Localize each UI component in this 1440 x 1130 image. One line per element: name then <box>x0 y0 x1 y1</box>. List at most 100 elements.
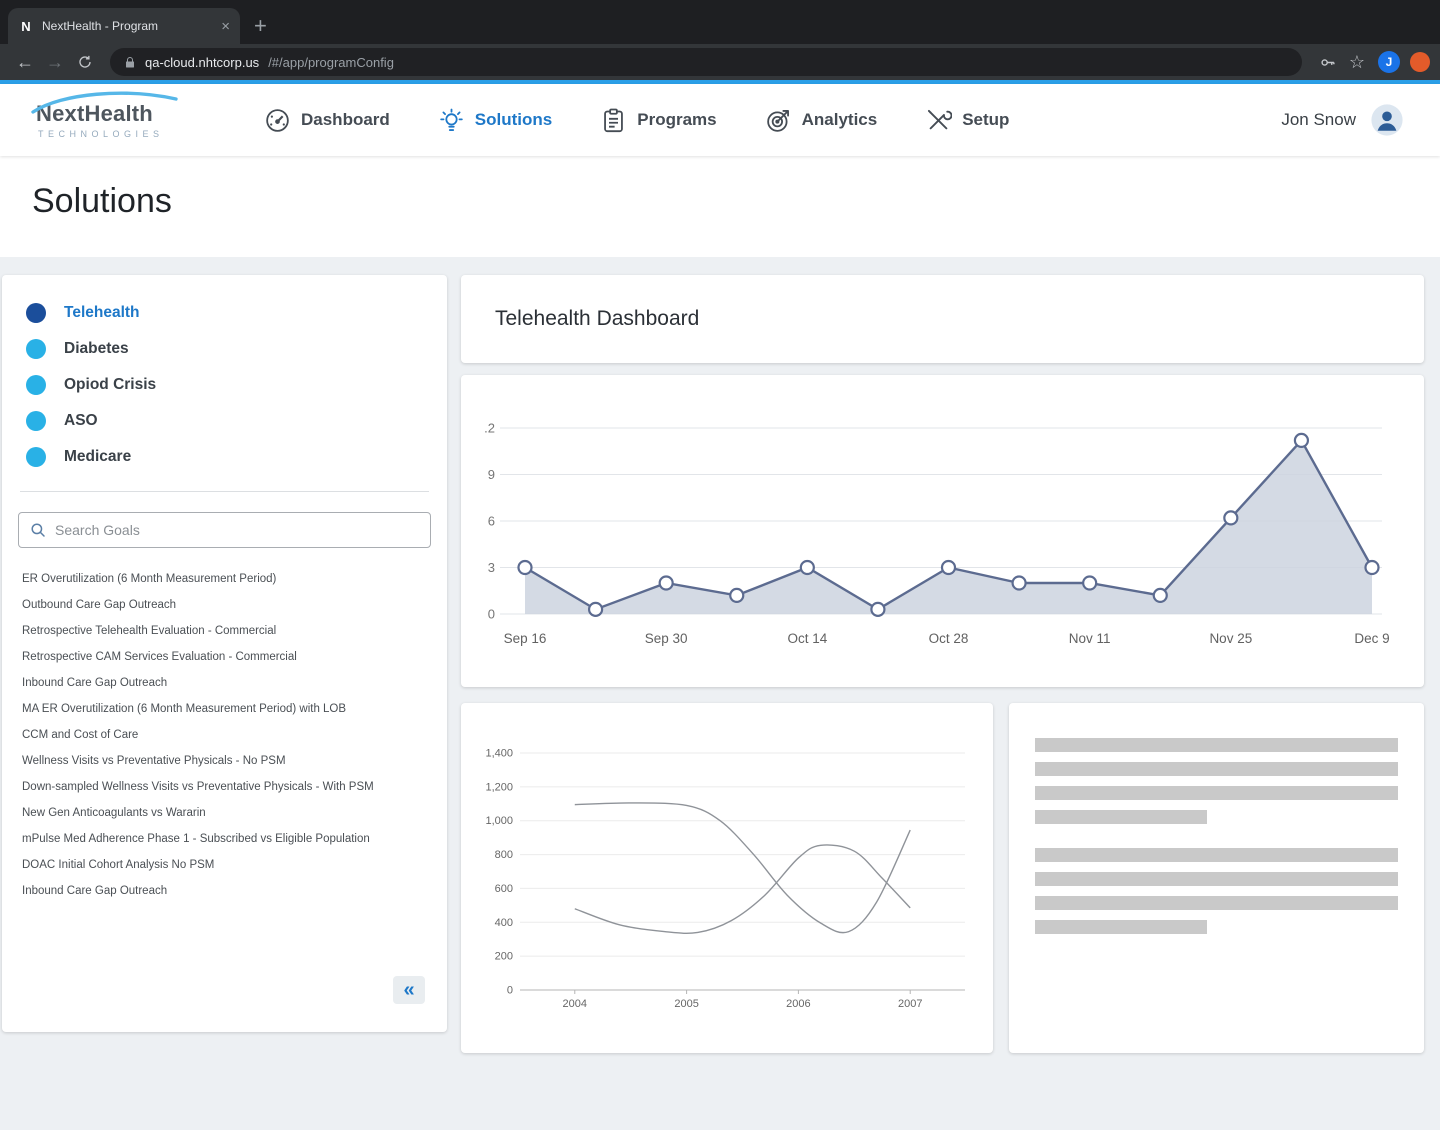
goal-item[interactable]: MA ER Overutilization (6 Month Measureme… <box>22 696 427 722</box>
solution-label: ASO <box>64 412 98 429</box>
skeleton-line <box>1035 872 1398 886</box>
nav-item-programs[interactable]: Programs <box>600 107 717 134</box>
nav-label-solutions: Solutions <box>474 110 553 129</box>
user-avatar-icon[interactable] <box>1370 103 1404 137</box>
svg-text:Nov 25: Nov 25 <box>1209 631 1252 646</box>
svg-text:1,400: 1,400 <box>485 748 513 760</box>
forward-icon[interactable]: → <box>40 48 70 76</box>
nav-item-analytics[interactable]: Analytics <box>765 107 878 134</box>
tab-close-icon[interactable]: × <box>221 19 230 34</box>
profile-badge-orange[interactable] <box>1410 52 1430 72</box>
svg-text:0: 0 <box>507 985 513 997</box>
solution-dot <box>26 339 46 359</box>
goal-item[interactable]: Outbound Care Gap Outreach <box>22 592 427 618</box>
skeleton-group <box>1035 738 1398 824</box>
goal-item[interactable]: CCM and Cost of Care <box>22 722 427 748</box>
main-nav: Dashboard Solutions Programs Analytics S… <box>264 107 1009 134</box>
nav-label-setup: Setup <box>962 110 1010 129</box>
goal-item[interactable]: Retrospective Telehealth Evaluation - Co… <box>22 618 427 644</box>
skeleton-line <box>1035 810 1208 824</box>
search-icon <box>29 521 47 539</box>
url-bar[interactable]: qa-cloud.nhtcorp.us /#/app/programConfig <box>110 48 1302 76</box>
svg-text:Sep 30: Sep 30 <box>645 631 688 646</box>
collapse-sidebar-button[interactable]: « <box>393 976 425 1004</box>
skeleton-line <box>1035 786 1398 800</box>
svg-text:9: 9 <box>488 467 495 482</box>
solution-label: Diabetes <box>64 340 129 357</box>
nav-item-dashboard[interactable]: Dashboard <box>264 107 390 134</box>
search-goals-input[interactable] <box>55 522 420 538</box>
nexthealth-logo[interactable]: NextHealth TECHNOLOGIES <box>31 91 214 139</box>
goal-item[interactable]: ER Overutilization (6 Month Measurement … <box>22 566 427 592</box>
svg-text:600: 600 <box>495 883 513 895</box>
svg-text:Oct 14: Oct 14 <box>787 631 827 646</box>
reload-icon[interactable] <box>70 48 100 76</box>
skeleton-group <box>1035 848 1398 934</box>
svg-text:2006: 2006 <box>786 998 810 1010</box>
search-goals-box <box>18 512 431 548</box>
goal-item[interactable]: DOAC Initial Cohort Analysis No PSM <box>22 852 427 878</box>
nav-label-analytics: Analytics <box>801 110 878 129</box>
page-title-section: Solutions <box>0 156 1440 257</box>
goal-item[interactable]: Inbound Care Gap Outreach <box>22 670 427 696</box>
page-title: Solutions <box>32 182 172 220</box>
solution-label: Medicare <box>64 448 132 465</box>
goal-item[interactable]: Down-sampled Wellness Visits vs Preventa… <box>22 774 427 800</box>
key-icon[interactable] <box>1312 48 1342 76</box>
app-header: NextHealth TECHNOLOGIES Dashboard Soluti… <box>0 84 1440 156</box>
svg-text:Oct 28: Oct 28 <box>929 631 969 646</box>
line-chart-card: 0 200 400 600 800 1,000 1,200 1,400 2004 2005 2006… <box>461 703 993 1053</box>
new-tab-button[interactable]: + <box>254 15 267 37</box>
solution-dot <box>26 411 46 431</box>
tools-icon <box>925 107 953 134</box>
goal-item[interactable]: New Gen Anticoagulants vs Wararin <box>22 800 427 826</box>
nav-item-solutions[interactable]: Solutions <box>438 107 552 134</box>
sidebar-divider <box>20 491 429 492</box>
dashboard-title-card: Telehealth Dashboard <box>461 275 1424 363</box>
sidebar-item-aso[interactable]: ASO <box>2 403 447 439</box>
back-icon[interactable]: ← <box>10 48 40 76</box>
nav-item-setup[interactable]: Setup <box>925 107 1009 134</box>
browser-tab[interactable]: N NextHealth - Program × <box>8 8 240 44</box>
url-path: /#/app/programConfig <box>268 54 394 70</box>
svg-text:0: 0 <box>488 607 495 622</box>
svg-text:2007: 2007 <box>898 998 922 1010</box>
sidebar-item-diabetes[interactable]: Diabetes <box>2 331 447 367</box>
sidebar-item-medicare[interactable]: Medicare <box>2 439 447 475</box>
solution-dot <box>26 375 46 395</box>
sidebar-item-telehealth[interactable]: Telehealth <box>2 295 447 331</box>
skeleton-card <box>1009 703 1424 1053</box>
nav-label-programs: Programs <box>637 110 717 129</box>
goal-item[interactable]: Inbound Care Gap Outreach <box>22 878 427 904</box>
nav-label-dashboard: Dashboard <box>301 110 390 129</box>
goal-item[interactable]: mPulse Med Adherence Phase 1 - Subscribe… <box>22 826 427 852</box>
skeleton-line <box>1035 848 1398 862</box>
solution-dot <box>26 303 46 323</box>
user-name: Jon Snow <box>1281 110 1356 129</box>
logo-subtitle: TECHNOLOGIES <box>38 129 164 139</box>
svg-text:1,200: 1,200 <box>485 781 513 793</box>
svg-text:Dec 9: Dec 9 <box>1354 631 1389 646</box>
goal-item[interactable]: Retrospective CAM Services Evaluation - … <box>22 644 427 670</box>
browser-profile-avatar[interactable]: J <box>1378 51 1400 73</box>
url-domain: qa-cloud.nhtcorp.us <box>145 54 260 70</box>
solution-dot <box>26 447 46 467</box>
svg-text:2005: 2005 <box>674 998 698 1010</box>
solutions-sidebar: Telehealth Diabetes Opiod Crisis ASO Med… <box>2 275 447 1032</box>
svg-text:6: 6 <box>488 514 495 529</box>
user-menu[interactable]: Jon Snow <box>1281 103 1404 137</box>
sidebar-item-opiod-crisis[interactable]: Opiod Crisis <box>2 367 447 403</box>
skeleton-line <box>1035 738 1398 752</box>
tab-title: NextHealth - Program <box>42 19 159 33</box>
lightbulb-icon <box>438 107 465 134</box>
telehealth-area-chart: 0 3 6 9 .2 Sep 16 Sep 30 Oct 14 Oct 28 Nov 11 Nov … <box>484 421 1389 647</box>
svg-text:400: 400 <box>495 917 513 929</box>
skeleton-line <box>1035 896 1398 910</box>
skeleton-line <box>1035 920 1208 934</box>
svg-text:1,000: 1,000 <box>485 815 513 827</box>
svg-text:Sep 16: Sep 16 <box>504 631 547 646</box>
content-area: Telehealth Diabetes Opiod Crisis ASO Med… <box>0 257 1440 1130</box>
goal-item[interactable]: Wellness Visits vs Preventative Physical… <box>22 748 427 774</box>
svg-text:.2: .2 <box>484 421 495 436</box>
bookmark-star-icon[interactable]: ☆ <box>1342 48 1372 76</box>
